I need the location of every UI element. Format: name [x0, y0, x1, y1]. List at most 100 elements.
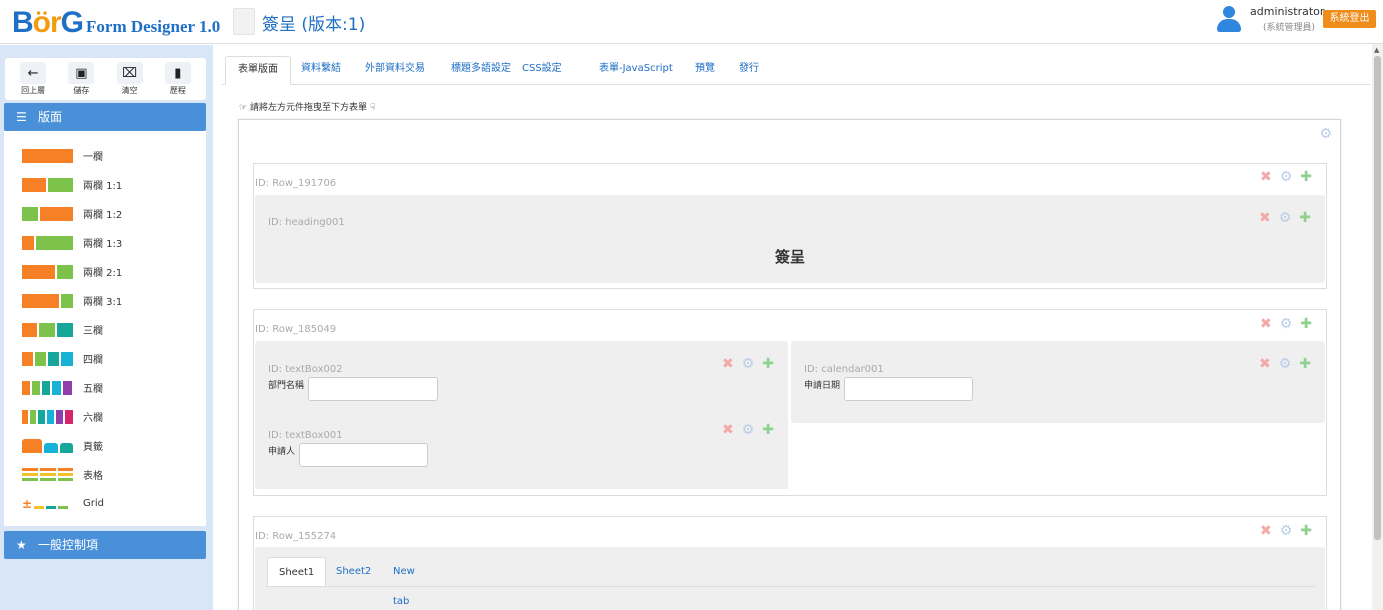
gear-icon[interactable]: ⚙: [1280, 523, 1293, 539]
four-col-icon: [22, 351, 73, 366]
tab-new[interactable]: New tab: [382, 557, 426, 607]
tab-form-layout[interactable]: 表單版面: [225, 56, 291, 85]
layout-item-two-col-1-3[interactable]: 兩欄 1:3: [4, 228, 206, 257]
move-icon[interactable]: ✚: [1300, 169, 1312, 185]
cell-id: ID: textBox002: [268, 364, 343, 375]
cell-controls: ✖ ⚙ ✚: [722, 356, 774, 372]
tab-preview[interactable]: 預覽: [683, 56, 727, 85]
page-title: 簽呈 (版本:1): [262, 15, 366, 35]
tab-container-cell[interactable]: Sheet1 Sheet2 New tab: [255, 547, 1325, 610]
designer-tabs: 表單版面 資料繫結 外部資料交易 標題多語設定 CSS設定 表單-JavaScr…: [222, 52, 1370, 85]
move-icon[interactable]: ✚: [1300, 523, 1312, 539]
save-button[interactable]: ▣ 儲存: [57, 62, 105, 96]
form-row[interactable]: ID: Row_185049 ✖ ⚙ ✚ ID: textBox002 ✖ ⚙ …: [253, 309, 1327, 496]
field-label: 申請人: [268, 447, 296, 457]
five-col-icon: [22, 380, 73, 395]
star-icon: ★: [16, 538, 27, 552]
document-icon: [233, 8, 255, 35]
delete-icon[interactable]: ✖: [722, 422, 734, 438]
two-col-3-1-icon: [22, 293, 73, 308]
move-icon[interactable]: ✚: [1299, 210, 1311, 226]
grid-layout-icon: ±: [22, 497, 73, 511]
applicant-input[interactable]: [299, 443, 428, 467]
move-icon[interactable]: ✚: [762, 356, 774, 372]
delete-icon[interactable]: ✖: [1260, 169, 1272, 185]
server-icon: ☰: [16, 110, 27, 124]
trash-icon: ⌧: [116, 62, 143, 84]
layout-list: 一欄 兩欄 1:1 兩欄 1:2 兩欄 1:3 兩欄 2:1 兩欄 3:1 三欄: [4, 131, 206, 526]
drag-hint: ☞ 請將左方元件拖曳至下方表單 ☟: [239, 103, 376, 113]
layout-item-five-col[interactable]: 五欄: [4, 373, 206, 402]
layout-item-two-col-3-1[interactable]: 兩欄 3:1: [4, 286, 206, 315]
form-row[interactable]: ID: Row_191706 ✖ ⚙ ✚ ID: heading001 ✖ ⚙ …: [253, 163, 1327, 289]
column-cell[interactable]: ID: calendar001 ✖ ⚙ ✚ 申請日期: [791, 341, 1325, 423]
hand-pointer-icon: ☞: [239, 103, 248, 113]
row-controls: ✖ ⚙ ✚: [1260, 316, 1312, 332]
page-scrollbar[interactable]: ▲: [1372, 44, 1383, 610]
row-controls: ✖ ⚙ ✚: [1260, 169, 1312, 185]
layout-item-grid[interactable]: ± Grid: [4, 489, 206, 518]
gear-icon[interactable]: ⚙: [1279, 210, 1292, 226]
tab-css[interactable]: CSS設定: [510, 56, 574, 85]
two-col-2-1-icon: [22, 264, 73, 279]
row-controls: ✖ ⚙ ✚: [1260, 523, 1312, 539]
move-icon[interactable]: ✚: [762, 422, 774, 438]
gear-icon[interactable]: ⚙: [742, 422, 755, 438]
tab-data-binding[interactable]: 資料繫結: [289, 56, 353, 85]
layout-item-two-col-1-2[interactable]: 兩欄 1:2: [4, 199, 206, 228]
department-name-input[interactable]: [308, 377, 438, 401]
layout-item-three-col[interactable]: 三欄: [4, 315, 206, 344]
canvas-settings-icon[interactable]: ⚙: [1319, 126, 1332, 142]
two-col-1-1-icon: [22, 177, 73, 192]
layout-item-six-col[interactable]: 六欄: [4, 402, 206, 431]
gear-icon[interactable]: ⚙: [1280, 316, 1293, 332]
table-layout-icon: [22, 467, 73, 482]
layout-item-four-col[interactable]: 四欄: [4, 344, 206, 373]
tabs-layout-icon: [22, 438, 73, 453]
history-button[interactable]: ▮ 歷程: [154, 62, 202, 96]
layout-item-table[interactable]: 表格: [4, 460, 206, 489]
layout-panel-header[interactable]: ☰ 版面: [4, 103, 206, 131]
row-id: ID: Row_155274: [255, 531, 337, 542]
layout-item-one-col[interactable]: 一欄: [4, 141, 206, 170]
layout-item-tabs[interactable]: 頁籤: [4, 431, 206, 460]
field-label: 申請日期: [804, 381, 841, 391]
delete-icon[interactable]: ✖: [1260, 316, 1272, 332]
gear-icon[interactable]: ⚙: [742, 356, 755, 372]
heading-cell[interactable]: ID: heading001 ✖ ⚙ ✚ 簽呈: [255, 195, 1325, 283]
logout-button[interactable]: 系統登出: [1323, 10, 1376, 28]
tab-sheet1[interactable]: Sheet1: [267, 557, 327, 587]
one-col-icon: [22, 148, 73, 163]
layout-item-two-col-2-1[interactable]: 兩欄 2:1: [4, 257, 206, 286]
row-id: ID: Row_185049: [255, 324, 337, 335]
form-row[interactable]: ID: Row_155274 ✖ ⚙ ✚ Sheet1 Sheet2 New t…: [253, 516, 1327, 610]
back-button[interactable]: ← 回上層: [9, 62, 57, 96]
delete-icon[interactable]: ✖: [722, 356, 734, 372]
book-icon: ▮: [164, 62, 191, 84]
gear-icon[interactable]: ⚙: [1279, 356, 1292, 372]
tab-javascript[interactable]: 表單-JavaScript: [587, 56, 685, 85]
tab-sheet2[interactable]: Sheet2: [325, 557, 382, 587]
tab-external-data[interactable]: 外部資料交易: [353, 56, 437, 85]
scroll-thumb[interactable]: [1374, 56, 1381, 540]
column-cell[interactable]: ID: textBox002 ✖ ⚙ ✚ 部門名稱 ID: textBox001…: [255, 341, 788, 489]
scroll-up-icon[interactable]: ▲: [1374, 46, 1379, 54]
gear-icon[interactable]: ⚙: [1280, 169, 1293, 185]
save-icon: ▣: [68, 62, 95, 84]
clear-button[interactable]: ⌧ 清空: [106, 62, 154, 96]
tab-divider: [267, 586, 1315, 587]
move-icon[interactable]: ✚: [1300, 316, 1312, 332]
delete-icon[interactable]: ✖: [1259, 210, 1271, 226]
six-col-icon: [22, 409, 73, 424]
delete-icon[interactable]: ✖: [1260, 523, 1272, 539]
cell-id: ID: textBox001: [268, 430, 343, 441]
move-icon[interactable]: ✚: [1299, 356, 1311, 372]
user-avatar-icon: [1216, 6, 1242, 32]
application-date-input[interactable]: [844, 377, 973, 401]
tab-publish[interactable]: 發行: [727, 56, 771, 85]
general-controls-panel-header[interactable]: ★ 一般控制項: [4, 531, 206, 559]
cell-controls: ✖ ⚙ ✚: [722, 422, 774, 438]
layout-item-two-col-1-1[interactable]: 兩欄 1:1: [4, 170, 206, 199]
user-name: administrator: [1250, 5, 1325, 18]
delete-icon[interactable]: ✖: [1259, 356, 1271, 372]
